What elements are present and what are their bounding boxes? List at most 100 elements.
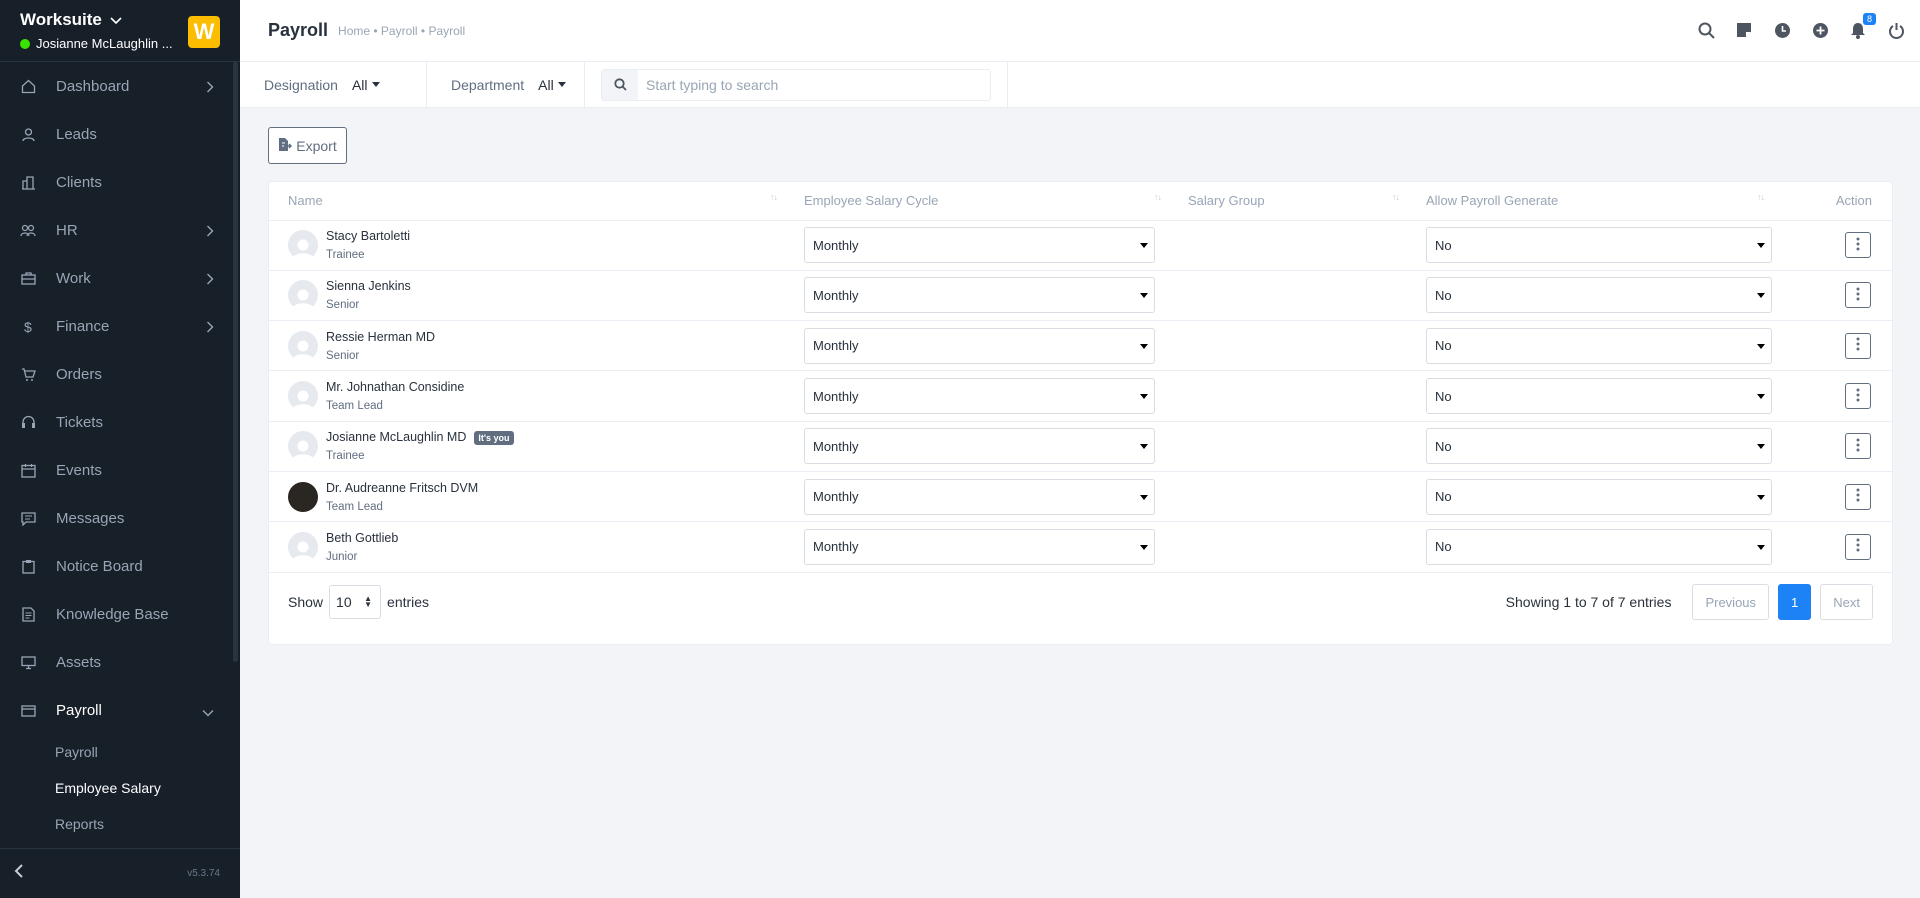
action-cell <box>1772 220 1892 271</box>
breadcrumb[interactable]: Home • Payroll • Payroll <box>338 24 465 38</box>
search-icon[interactable] <box>1696 20 1716 40</box>
sidebar-item-orders[interactable]: Orders <box>0 350 240 398</box>
avatar[interactable] <box>288 531 318 562</box>
chevron-down-icon[interactable] <box>110 10 122 30</box>
designation-filter[interactable]: Designation All <box>240 61 427 108</box>
row-actions-button[interactable] <box>1845 483 1871 510</box>
avatar[interactable] <box>288 230 318 261</box>
sidebar-subitem-reports[interactable]: Reports <box>0 806 240 842</box>
export-button[interactable]: Export <box>268 127 347 164</box>
building-icon <box>20 174 36 190</box>
row-actions-button[interactable] <box>1845 232 1871 259</box>
avatar[interactable] <box>288 280 318 311</box>
previous-page-button[interactable]: Previous <box>1692 584 1770 620</box>
collapse-sidebar-icon[interactable] <box>14 864 24 883</box>
page-length-select[interactable]: 10 ▲ ▼ <box>329 585 382 619</box>
avatar[interactable] <box>288 381 318 412</box>
brand-header[interactable]: Worksuite Josianne McLaughlin ... W <box>0 0 240 62</box>
department-filter[interactable]: Department All <box>427 61 585 108</box>
action-cell <box>1772 421 1892 472</box>
sidebar-item-work[interactable]: Work <box>0 254 240 302</box>
salary-cycle-select[interactable]: Monthly <box>804 528 1155 565</box>
department-value[interactable]: All <box>538 77 554 93</box>
allow-payroll-select[interactable]: No <box>1426 327 1772 364</box>
sidebar-item-dashboard[interactable]: Dashboard <box>0 62 240 110</box>
bell-icon[interactable]: 8 <box>1848 13 1876 40</box>
row-actions-button[interactable] <box>1845 533 1871 560</box>
salary-cycle-select[interactable]: Monthly <box>804 378 1155 415</box>
avatar[interactable] <box>288 431 318 462</box>
page-title: Payroll <box>268 20 329 40</box>
avatar[interactable] <box>288 330 318 361</box>
vertical-dots-icon <box>1856 488 1860 505</box>
sidebar-subitem-payroll[interactable]: Payroll <box>0 734 240 770</box>
search-input[interactable] <box>638 70 978 99</box>
row-actions-button[interactable] <box>1845 332 1871 359</box>
salary-cycle-select[interactable]: Monthly <box>804 428 1155 465</box>
column-header-salary-group[interactable]: Salary Group ↑↓ <box>1169 182 1407 221</box>
allow-payroll-select[interactable]: No <box>1426 378 1772 415</box>
vertical-dots-icon <box>1856 538 1860 555</box>
employee-name[interactable]: Ressie Herman MD <box>326 330 435 344</box>
employee-name[interactable]: Josianne McLaughlin MD <box>326 430 466 444</box>
current-user-name[interactable]: Josianne McLaughlin ... <box>36 36 173 51</box>
sidebar-item-label: Orders <box>56 365 102 383</box>
sidebar-item-hr[interactable]: HR <box>0 206 240 254</box>
sidebar-item-leads[interactable]: Leads <box>0 110 240 158</box>
search-icon <box>602 69 638 100</box>
clipboard-icon <box>20 558 36 574</box>
employee-name[interactable]: Stacy Bartoletti <box>326 229 410 243</box>
sort-icon: ↑↓ <box>1154 192 1162 202</box>
allow-payroll-select[interactable]: No <box>1426 528 1772 565</box>
salary-cycle-select[interactable]: Monthly <box>804 478 1155 515</box>
notification-count-badge: 8 <box>1862 13 1876 25</box>
caret-down-icon <box>1757 544 1765 550</box>
salary-cycle-select[interactable]: Monthly <box>804 277 1155 314</box>
row-actions-button[interactable] <box>1845 433 1871 460</box>
top-header: Payroll Home • Payroll • Payroll 8 <box>240 0 1920 62</box>
sidebar-item-finance[interactable]: $ Finance <box>0 302 240 350</box>
avatar[interactable] <box>288 481 318 512</box>
sidebar-item-label: Dashboard <box>56 77 130 95</box>
sidebar-item-knowledge-base[interactable]: Knowledge Base <box>0 590 240 638</box>
allow-payroll-select[interactable]: No <box>1426 227 1772 264</box>
allow-payroll-select[interactable]: No <box>1426 277 1772 314</box>
table-row: Mr. Johnathan Considine Team Lead Monthly N… <box>269 370 1892 422</box>
allow-payroll-select[interactable]: No <box>1426 478 1772 515</box>
salary-cycle-cell: Monthly <box>785 320 1169 372</box>
sidebar-item-payroll[interactable]: Payroll <box>0 686 240 734</box>
sticky-note-icon[interactable] <box>1734 20 1754 40</box>
employee-name[interactable]: Mr. Johnathan Considine <box>326 380 464 394</box>
sidebar-item-clients[interactable]: Clients <box>0 158 240 206</box>
designation-value[interactable]: All <box>352 77 368 93</box>
page-1-button[interactable]: 1 <box>1778 584 1812 620</box>
salary-cycle-select[interactable]: Monthly <box>804 327 1155 364</box>
power-icon[interactable] <box>1886 20 1906 40</box>
caret-down-icon <box>1757 293 1765 299</box>
employee-name[interactable]: Dr. Audreanne Fritsch DVM <box>326 481 478 495</box>
sidebar-item-assets[interactable]: Assets <box>0 638 240 686</box>
allow-payroll-select[interactable]: No <box>1426 428 1772 465</box>
action-cell <box>1772 521 1892 573</box>
clock-icon[interactable] <box>1772 20 1792 40</box>
sidebar-item-events[interactable]: Events <box>0 446 240 494</box>
sidebar-item-label: Events <box>56 461 102 479</box>
column-header-name[interactable]: Name ↑↓ <box>269 182 785 221</box>
allow-payroll-cell: No <box>1407 320 1772 372</box>
column-header-allow-payroll[interactable]: Allow Payroll Generate ↑↓ <box>1407 182 1772 221</box>
add-circle-icon[interactable] <box>1810 20 1830 40</box>
sidebar-item-tickets[interactable]: Tickets <box>0 398 240 446</box>
row-actions-button[interactable] <box>1845 282 1871 309</box>
sidebar-scrollbar[interactable] <box>233 62 238 662</box>
sidebar-item-notice-board[interactable]: Notice Board <box>0 542 240 590</box>
salary-cycle-select[interactable]: Monthly <box>804 227 1155 264</box>
sidebar-footer: v5.3.74 <box>0 848 240 898</box>
employee-name[interactable]: Sienna Jenkins <box>326 279 411 293</box>
next-page-button[interactable]: Next <box>1820 584 1873 620</box>
employee-name[interactable]: Beth Gottlieb <box>326 531 398 545</box>
sidebar-subitem-employee-salary[interactable]: Employee Salary <box>0 770 240 806</box>
column-header-salary-cycle[interactable]: Employee Salary Cycle ↑↓ <box>785 182 1169 221</box>
salary-group-cell <box>1169 220 1407 271</box>
sidebar-item-messages[interactable]: Messages <box>0 494 240 542</box>
row-actions-button[interactable] <box>1845 383 1871 410</box>
